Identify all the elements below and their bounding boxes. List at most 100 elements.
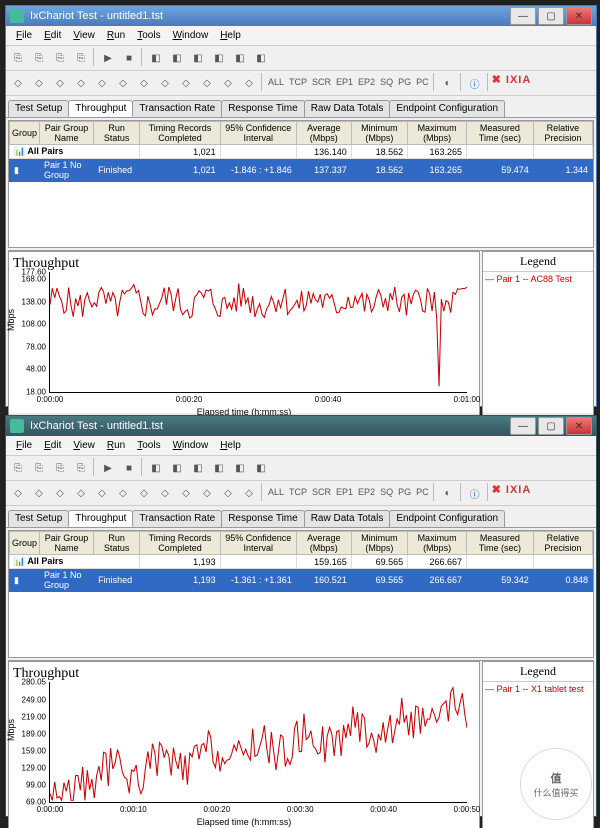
tool-icon[interactable]: ◇ xyxy=(92,73,112,93)
legend-item[interactable]: Pair 1 -- X1 tablet test xyxy=(483,682,593,696)
tool-icon[interactable]: ◇ xyxy=(50,483,70,503)
menu-view[interactable]: View xyxy=(67,438,101,453)
tool-icon[interactable]: ◇ xyxy=(71,73,91,93)
col-header[interactable]: Pair Group Name xyxy=(40,532,94,555)
menu-edit[interactable]: Edit xyxy=(38,28,67,43)
col-header[interactable]: Relative Precision xyxy=(533,122,592,145)
menu-tools[interactable]: Tools xyxy=(131,28,166,43)
tab-transaction-rate[interactable]: Transaction Rate xyxy=(132,100,222,117)
col-header[interactable]: Minimum (Mbps) xyxy=(351,532,407,555)
toolbar-tag-pc[interactable]: PC xyxy=(414,483,431,503)
tool-icon[interactable]: ⎘ xyxy=(29,48,49,68)
maximize-button[interactable]: ▢ xyxy=(538,7,564,25)
tool-icon[interactable]: ◧ xyxy=(251,48,271,68)
tool-icon[interactable]: ◧ xyxy=(230,48,250,68)
col-header[interactable]: Group xyxy=(10,532,40,555)
tab-endpoint-configuration[interactable]: Endpoint Configuration xyxy=(389,510,505,527)
pair-row[interactable]: ▮Pair 1 No GroupFinished1,193-1.361 : +1… xyxy=(10,569,593,592)
col-header[interactable]: Measured Time (sec) xyxy=(467,532,534,555)
grid-body[interactable] xyxy=(9,592,593,657)
toolbar-tag-ep2[interactable]: EP2 xyxy=(356,73,377,93)
col-header[interactable]: Group xyxy=(10,122,40,145)
tool-icon[interactable]: ◇ xyxy=(113,483,133,503)
close-button[interactable]: ✕ xyxy=(566,417,592,435)
titlebar[interactable]: IxChariot Test - untitled1.tst — ▢ ✕ xyxy=(6,6,596,26)
tool-icon[interactable]: ⎘ xyxy=(8,458,28,478)
info-icon[interactable]: ⓘ xyxy=(465,483,485,503)
toolbar-tag-all[interactable]: ALL xyxy=(266,483,286,503)
col-header[interactable]: Maximum (Mbps) xyxy=(408,532,467,555)
maximize-button[interactable]: ▢ xyxy=(538,417,564,435)
toolbar-tag-tcp[interactable]: TCP xyxy=(287,73,309,93)
tool-icon[interactable]: ◇ xyxy=(197,483,217,503)
tool-icon[interactable]: ◇ xyxy=(134,73,154,93)
toolbar-tag-sq[interactable]: SQ xyxy=(378,483,395,503)
tool-icon[interactable]: ◇ xyxy=(29,483,49,503)
col-header[interactable]: Run Status xyxy=(94,122,140,145)
toolbar-tag-tcp[interactable]: TCP xyxy=(287,483,309,503)
legend-item[interactable]: Pair 1 -- AC88 Test xyxy=(483,272,593,286)
tool-icon[interactable]: ⎘ xyxy=(8,48,28,68)
menu-run[interactable]: Run xyxy=(101,28,131,43)
tool-icon[interactable]: ◇ xyxy=(218,483,238,503)
tool-icon[interactable]: ◇ xyxy=(176,73,196,93)
menu-file[interactable]: File xyxy=(10,28,38,43)
tab-raw-data-totals[interactable]: Raw Data Totals xyxy=(304,510,391,527)
tool-icon[interactable]: ◧ xyxy=(251,458,271,478)
col-header[interactable]: Average (Mbps) xyxy=(296,122,351,145)
tab-response-time[interactable]: Response Time xyxy=(221,510,304,527)
summary-row[interactable]: 📊 All Pairs1,021136.14018.562163.265 xyxy=(10,145,593,159)
col-header[interactable]: Timing Records Completed xyxy=(140,122,220,145)
menu-file[interactable]: File xyxy=(10,438,38,453)
tool-icon[interactable]: ◐ xyxy=(438,73,458,93)
toolbar-tag-pg[interactable]: PG xyxy=(396,483,413,503)
tool-icon[interactable]: ◇ xyxy=(239,73,259,93)
tool-icon[interactable]: ◧ xyxy=(188,458,208,478)
stop-icon[interactable]: ■ xyxy=(119,458,139,478)
run-icon[interactable]: ▶ xyxy=(98,458,118,478)
tool-icon[interactable]: ◇ xyxy=(218,73,238,93)
menu-tools[interactable]: Tools xyxy=(131,438,166,453)
tool-icon[interactable]: ◇ xyxy=(176,483,196,503)
menu-help[interactable]: Help xyxy=(214,438,247,453)
run-icon[interactable]: ▶ xyxy=(98,48,118,68)
tool-icon[interactable]: ◧ xyxy=(209,48,229,68)
tool-icon[interactable]: ◇ xyxy=(239,483,259,503)
tool-icon[interactable]: ◇ xyxy=(197,73,217,93)
menu-window[interactable]: Window xyxy=(167,438,215,453)
tab-transaction-rate[interactable]: Transaction Rate xyxy=(132,510,222,527)
tool-icon[interactable]: ◇ xyxy=(8,73,28,93)
tool-icon[interactable]: ◧ xyxy=(188,48,208,68)
stop-icon[interactable]: ■ xyxy=(119,48,139,68)
tool-icon[interactable]: ◇ xyxy=(50,73,70,93)
col-header[interactable]: Timing Records Completed xyxy=(140,532,220,555)
toolbar-tag-scr[interactable]: SCR xyxy=(310,483,333,503)
tool-icon[interactable]: ⎘ xyxy=(71,458,91,478)
col-header[interactable]: Pair Group Name xyxy=(40,122,94,145)
tab-response-time[interactable]: Response Time xyxy=(221,100,304,117)
tab-test-setup[interactable]: Test Setup xyxy=(8,100,69,117)
col-header[interactable]: Maximum (Mbps) xyxy=(408,122,467,145)
tab-raw-data-totals[interactable]: Raw Data Totals xyxy=(304,100,391,117)
tool-icon[interactable]: ◧ xyxy=(146,48,166,68)
toolbar-tag-ep2[interactable]: EP2 xyxy=(356,483,377,503)
tool-icon[interactable]: ◇ xyxy=(155,483,175,503)
tool-icon[interactable]: ◧ xyxy=(167,48,187,68)
col-header[interactable]: 95% Confidence Interval xyxy=(220,532,296,555)
tool-icon[interactable]: ◇ xyxy=(29,73,49,93)
menu-help[interactable]: Help xyxy=(214,28,247,43)
pair-row[interactable]: ▮Pair 1 No GroupFinished1,021-1.846 : +1… xyxy=(10,159,593,182)
tab-throughput[interactable]: Throughput xyxy=(68,510,133,527)
tool-icon[interactable]: ◧ xyxy=(230,458,250,478)
summary-row[interactable]: 📊 All Pairs1,193159.16569.565266.667 xyxy=(10,555,593,569)
toolbar-tag-scr[interactable]: SCR xyxy=(310,73,333,93)
minimize-button[interactable]: — xyxy=(510,417,536,435)
tool-icon[interactable]: ⎘ xyxy=(50,458,70,478)
tool-icon[interactable]: ◇ xyxy=(71,483,91,503)
col-header[interactable]: Average (Mbps) xyxy=(296,532,351,555)
toolbar-tag-pc[interactable]: PC xyxy=(414,73,431,93)
tool-icon[interactable]: ⎘ xyxy=(29,458,49,478)
col-header[interactable]: Minimum (Mbps) xyxy=(351,122,407,145)
minimize-button[interactable]: — xyxy=(510,7,536,25)
tool-icon[interactable]: ⎘ xyxy=(50,48,70,68)
